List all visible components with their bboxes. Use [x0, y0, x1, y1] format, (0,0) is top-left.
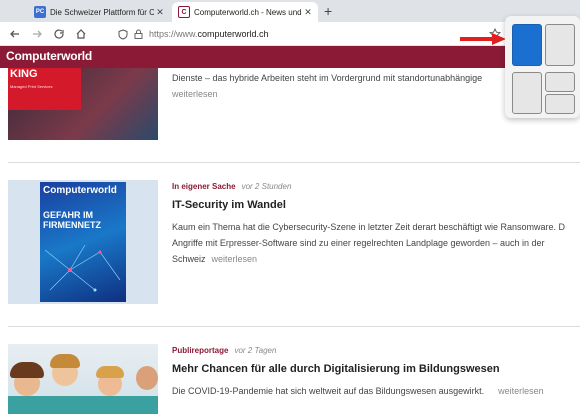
- snap-zone-right-half[interactable]: [545, 24, 575, 66]
- thumbnail-subtext: Managed Print Services: [10, 84, 53, 89]
- network-graphic-icon: [44, 244, 121, 292]
- computerworld-logo[interactable]: Computerworld: [6, 49, 92, 63]
- article-item[interactable]: KING Managed Print Services Dienste – da…: [0, 68, 580, 140]
- tracking-protection-shield-icon[interactable]: [118, 28, 128, 40]
- back-button[interactable]: [6, 25, 24, 43]
- forward-button[interactable]: [28, 25, 46, 43]
- url-host: computerworld.ch: [197, 29, 269, 39]
- teaser-text: Dienste – das hybride Arbeiten steht im …: [172, 73, 483, 83]
- reload-button[interactable]: [50, 25, 68, 43]
- read-more-link[interactable]: weiterlesen: [212, 254, 258, 264]
- tab-title: Computerworld.ch - News und: [194, 7, 302, 17]
- article-list: KING Managed Print Services Dienste – da…: [0, 68, 580, 414]
- snap-layouts-flyout: [505, 16, 580, 118]
- article-item[interactable]: Computerworld GEFAHR IM FIRMENNETZ In ei…: [0, 180, 580, 306]
- back-arrow-icon: [10, 30, 19, 38]
- home-icon: [76, 29, 86, 39]
- thumbnail-red-banner: KING Managed Print Services: [8, 68, 81, 110]
- url-prefix: https://www.: [149, 29, 198, 39]
- cover-title-line: GEFAHR IM: [43, 210, 94, 220]
- snap-zone-bottom-right[interactable]: [545, 94, 575, 114]
- home-button[interactable]: [72, 25, 90, 43]
- article-teaser: Kaum ein Thema hat die Cybersecurity-Sze…: [172, 219, 580, 267]
- article-item[interactable]: Publireportage vor 2 Tagen Mehr Chancen f…: [0, 344, 580, 414]
- snap-zone-top-right[interactable]: [545, 72, 575, 92]
- cover-title-line: FIRMENNETZ: [43, 220, 101, 230]
- children-clothing: [8, 396, 158, 414]
- reload-icon: [54, 29, 64, 39]
- article-time: vor 2 Tagen: [234, 346, 277, 355]
- close-tab-icon[interactable]: ✕: [302, 7, 314, 18]
- cover-title: GEFAHR IM FIRMENNETZ: [43, 210, 101, 230]
- read-more-link[interactable]: weiterlesen: [172, 89, 218, 99]
- article-divider: [8, 326, 580, 327]
- article-headline[interactable]: Mehr Chancen für alle durch Digitalisier…: [172, 363, 500, 375]
- snap-zone-left-column[interactable]: [512, 72, 542, 114]
- article-time: vor 2 Stunden: [241, 182, 292, 191]
- cover-brand: Computerworld: [43, 185, 117, 196]
- article-category[interactable]: In eigener Sache: [172, 182, 236, 191]
- lock-icon[interactable]: [134, 29, 143, 39]
- article-meta: In eigener Sache vor 2 Stunden: [172, 182, 291, 191]
- new-tab-button[interactable]: +: [324, 3, 332, 19]
- child-hair: [10, 362, 44, 378]
- close-tab-icon[interactable]: ✕: [154, 7, 166, 18]
- tab-schweizer-plattform[interactable]: PC Die Schweizer Plattform für Co ✕: [28, 2, 170, 22]
- article-category[interactable]: Publireportage: [172, 346, 228, 355]
- article-divider: [8, 162, 580, 163]
- tab-computerworld[interactable]: C Computerworld.ch - News und ✕: [172, 2, 318, 22]
- article-thumbnail[interactable]: Computerworld GEFAHR IM FIRMENNETZ: [8, 180, 158, 304]
- article-teaser: Die COVID-19-Pandemie hat sich weltweit …: [172, 383, 580, 399]
- site-header: Computerworld: [0, 46, 580, 68]
- thumbnail-text: KING: [10, 68, 38, 80]
- teaser-text: Die COVID-19-Pandemie hat sich weltweit …: [172, 386, 485, 396]
- pctipp-favicon-icon: PC: [34, 6, 46, 18]
- read-more-link[interactable]: weiterlesen: [498, 386, 544, 396]
- teaser-text: Angriffe mit Erpresser-Software sind zu …: [172, 238, 545, 248]
- child-hair: [96, 366, 124, 378]
- child-face: [136, 366, 158, 390]
- address-bar[interactable]: https://www. computerworld.ch: [118, 25, 508, 43]
- article-thumbnail[interactable]: KING Managed Print Services: [8, 68, 158, 140]
- teaser-text: Schweiz: [172, 254, 206, 264]
- computerworld-favicon-icon: C: [178, 6, 190, 18]
- article-headline[interactable]: IT-Security im Wandel: [172, 199, 286, 211]
- article-thumbnail[interactable]: [8, 344, 158, 414]
- snap-zone-left-half[interactable]: [512, 24, 542, 66]
- child-hair: [50, 354, 80, 368]
- tab-title: Die Schweizer Plattform für Co: [50, 7, 154, 17]
- article-meta: Publireportage vor 2 Tagen: [172, 346, 276, 355]
- magazine-cover: Computerworld GEFAHR IM FIRMENNETZ: [40, 182, 126, 302]
- teaser-text: Kaum ein Thema hat die Cybersecurity-Sze…: [172, 222, 566, 232]
- red-arrow-icon: [460, 33, 506, 45]
- browser-tab-bar: PC Die Schweizer Plattform für Co ✕ C Co…: [0, 0, 580, 22]
- forward-arrow-icon: [33, 30, 42, 38]
